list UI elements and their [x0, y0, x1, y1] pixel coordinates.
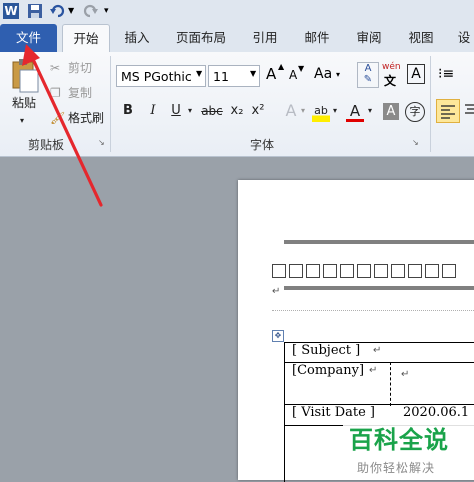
watermark-title: 百科全说 [349, 426, 449, 454]
watermark-subtitle: 助你轻松解决 [357, 461, 436, 475]
annotation-arrow [22, 44, 103, 207]
watermark-logo: 百科全说 助你轻松解决 [343, 418, 474, 478]
